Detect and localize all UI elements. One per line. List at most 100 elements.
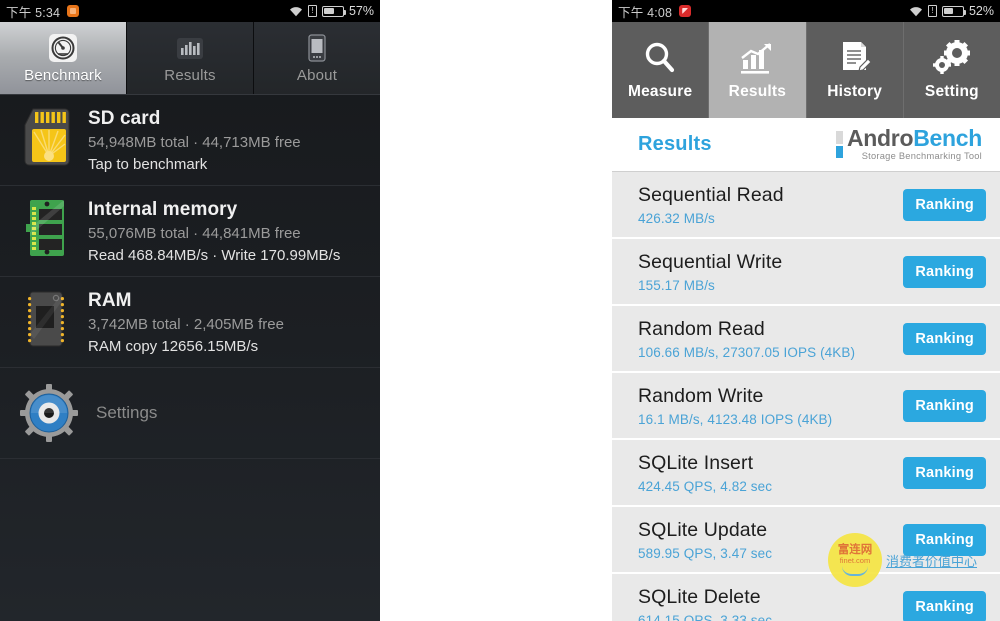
benchmark-row[interactable]: SQLite Insert 424.45 QPS, 4.82 sec Ranki… — [612, 440, 1000, 507]
right-phone-screen: 下午 4:08 ! 52% Measure Results History Se… — [612, 0, 1000, 621]
sim-alert-icon: ! — [307, 5, 317, 17]
gear-eye-icon — [18, 382, 80, 444]
tab-label: Results — [164, 67, 216, 84]
battery-icon — [321, 5, 347, 17]
memory-chip-icon — [18, 197, 74, 259]
benchmark-row[interactable]: Random Read 106.66 MB/s, 27307.05 IOPS (… — [612, 306, 1000, 373]
gears-icon — [932, 39, 972, 77]
benchmark-value: 16.1 MB/s, 4123.48 IOPS (4KB) — [638, 411, 833, 427]
bar-chart-icon — [174, 32, 206, 64]
speedometer-icon — [47, 32, 79, 64]
document-pencil-icon — [837, 39, 873, 77]
red-square-icon — [679, 5, 692, 17]
screenshot-root: 下午 5:34 ! 57% Benchmark Results About SD… — [0, 0, 1000, 621]
benchmark-value: 106.66 MB/s, 27307.05 IOPS (4KB) — [638, 344, 856, 360]
storage-row-text: SD card 54,948MB total · 44,713MB free T… — [88, 106, 301, 173]
panel-gap — [380, 0, 612, 621]
ranking-button[interactable]: Ranking — [903, 523, 986, 556]
page-title: Results — [638, 133, 712, 155]
wifi-icon — [909, 6, 923, 17]
ranking-button[interactable]: Ranking — [903, 389, 986, 422]
ranking-button[interactable]: Ranking — [903, 590, 986, 621]
benchmark-name: SQLite Update — [638, 518, 768, 541]
logo-bars-icon — [835, 130, 843, 158]
benchmark-name: SQLite Delete — [638, 585, 761, 608]
magnifier-icon — [642, 39, 678, 77]
battery-percent: 52% — [968, 4, 994, 18]
benchmark-value: 589.95 QPS, 3.47 sec — [638, 545, 773, 561]
storage-detail: Read 468.84MB/s · Write 170.99MB/s — [88, 247, 341, 264]
tab-results[interactable]: Results — [127, 22, 254, 94]
settings-label: Settings — [96, 403, 158, 422]
tab-label: Results — [728, 83, 787, 100]
storage-row-sd-card[interactable]: SD card 54,948MB total · 44,713MB free T… — [0, 95, 380, 186]
benchmark-info: SQLite Update 589.95 QPS, 3.47 sec — [638, 519, 772, 561]
wifi-icon — [289, 6, 303, 17]
benchmark-info: SQLite Delete 614.15 QPS, 3.33 sec — [638, 586, 772, 621]
tab-about[interactable]: About — [254, 22, 380, 94]
benchmark-row[interactable]: SQLite Update 589.95 QPS, 3.47 sec Ranki… — [612, 507, 1000, 574]
tab-results[interactable]: Results — [709, 22, 807, 118]
results-header: Results AndroBench Storage Benchmarking … — [612, 118, 1000, 172]
phone-icon — [301, 32, 333, 64]
right-status-bar: 下午 4:08 ! 52% — [612, 0, 1000, 22]
storage-capacity: 55,076MB total · 44,841MB free — [88, 225, 301, 242]
storage-row-ram[interactable]: RAM 3,742MB total · 2,405MB free RAM cop… — [0, 277, 380, 368]
logo-andro: Andro — [846, 125, 914, 152]
benchmark-info: Random Write 16.1 MB/s, 4123.48 IOPS (4K… — [638, 385, 832, 427]
logo-bench: Bench — [913, 125, 982, 152]
benchmark-name: SQLite Insert — [638, 451, 754, 474]
storage-row-internal-memory[interactable]: Internal memory 55,076MB total · 44,841M… — [0, 186, 380, 277]
growth-chart-icon — [738, 39, 776, 77]
benchmark-name: Sequential Write — [638, 250, 783, 273]
benchmark-value: 424.45 QPS, 4.82 sec — [638, 478, 773, 494]
storage-title: Internal memory — [88, 199, 238, 220]
ram-chip-icon — [18, 288, 74, 350]
tab-history[interactable]: History — [806, 22, 904, 118]
benchmark-value: 155.17 MB/s — [638, 277, 715, 293]
benchmark-info: SQLite Insert 424.45 QPS, 4.82 sec — [638, 452, 772, 494]
storage-row-text: Internal memory 55,076MB total · 44,841M… — [88, 197, 340, 264]
benchmark-info: Sequential Write 155.17 MB/s — [638, 251, 782, 293]
orange-square-icon — [67, 5, 80, 17]
tab-setting[interactable]: Setting — [903, 22, 1000, 118]
logo-subtitle: Storage Benchmarking Tool — [861, 151, 982, 162]
status-icons-group: ! 52% — [909, 4, 994, 18]
sd-card-icon — [18, 106, 74, 168]
left-tab-bar: Benchmark Results About — [0, 22, 380, 94]
benchmark-value: 426.32 MB/s — [638, 210, 715, 226]
ranking-button[interactable]: Ranking — [903, 322, 986, 355]
status-icons-group: ! 57% — [289, 4, 374, 18]
settings-row[interactable]: Settings — [0, 368, 380, 459]
storage-title: SD card — [88, 108, 161, 129]
tab-measure[interactable]: Measure — [612, 22, 710, 118]
benchmark-info: Random Read 106.66 MB/s, 27307.05 IOPS (… — [638, 318, 855, 360]
benchmark-info: Sequential Read 426.32 MB/s — [638, 184, 784, 226]
storage-detail: Tap to benchmark — [88, 156, 208, 173]
benchmark-name: Sequential Read — [638, 183, 784, 206]
storage-detail: RAM copy 12656.15MB/s — [88, 338, 259, 355]
battery-icon — [941, 5, 967, 17]
benchmark-row[interactable]: Random Write 16.1 MB/s, 4123.48 IOPS (4K… — [612, 373, 1000, 440]
left-status-bar: 下午 5:34 ! 57% — [0, 0, 380, 22]
battery-percent: 57% — [348, 4, 374, 18]
benchmark-row[interactable]: Sequential Read 426.32 MB/s Ranking — [612, 172, 1000, 239]
benchmark-name: Random Write — [638, 384, 764, 407]
tab-benchmark[interactable]: Benchmark — [0, 22, 127, 94]
ranking-button[interactable]: Ranking — [903, 188, 986, 221]
benchmark-row[interactable]: Sequential Write 155.17 MB/s Ranking — [612, 239, 1000, 306]
benchmark-results-list: Sequential Read 426.32 MB/s Ranking Sequ… — [612, 172, 1000, 621]
ranking-button[interactable]: Ranking — [903, 456, 986, 489]
tab-label: Setting — [924, 83, 979, 100]
ranking-button[interactable]: Ranking — [903, 255, 986, 288]
tab-label: About — [296, 67, 338, 84]
left-phone-screen: 下午 5:34 ! 57% Benchmark Results About SD… — [0, 0, 380, 621]
status-time: 下午 4:08 — [618, 5, 673, 20]
logo-text: AndroBench Storage Benchmarking Tool — [847, 127, 982, 161]
androbench-logo: AndroBench Storage Benchmarking Tool — [835, 127, 982, 161]
benchmark-row[interactable]: SQLite Delete 614.15 QPS, 3.33 sec Ranki… — [612, 574, 1000, 621]
tab-label: Measure — [627, 83, 693, 100]
sim-alert-icon: ! — [927, 5, 937, 17]
storage-row-text: RAM 3,742MB total · 2,405MB free RAM cop… — [88, 288, 284, 355]
tab-label: Benchmark — [24, 67, 102, 84]
